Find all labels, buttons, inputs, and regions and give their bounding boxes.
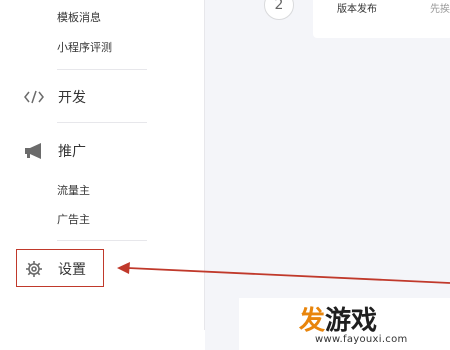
sidebar-item-miniprogram-review[interactable]: 小程序评测 [57,40,112,56]
sidebar-item-label: 推广 [58,144,86,160]
code-icon [22,87,46,107]
sidebar: 模板消息 小程序评测 开发 推广 流量主 广告主 设置 [0,0,205,350]
sidebar-item-promotion[interactable]: 推广 [22,139,172,163]
sidebar-item-traffic-owner[interactable]: 流量主 [57,183,90,199]
watermark-url: www.fayouxi.com [315,334,408,345]
sidebar-divider [57,69,147,70]
sidebar-item-advertiser[interactable]: 广告主 [57,212,90,228]
sidebar-item-label: 开发 [58,90,86,106]
sidebar-item-template-messages[interactable]: 模板消息 [57,10,101,26]
watermark: 发游戏 www.fayouxi.com [239,298,450,350]
watermark-logo: 发游戏 [299,300,377,337]
megaphone-icon [22,141,46,161]
watermark-logo-part1: 发 [299,306,326,336]
sidebar-divider [57,240,147,241]
settings-highlight-box [16,249,104,287]
step-next-hint: 先挨 [430,4,450,15]
watermark-logo-part2: 游戏 [325,306,378,336]
sidebar-item-develop[interactable]: 开发 [22,85,172,109]
step-card: 版本发布 先挨 [313,0,450,38]
sidebar-divider [57,122,147,123]
step-title: 版本发布 [337,4,377,15]
